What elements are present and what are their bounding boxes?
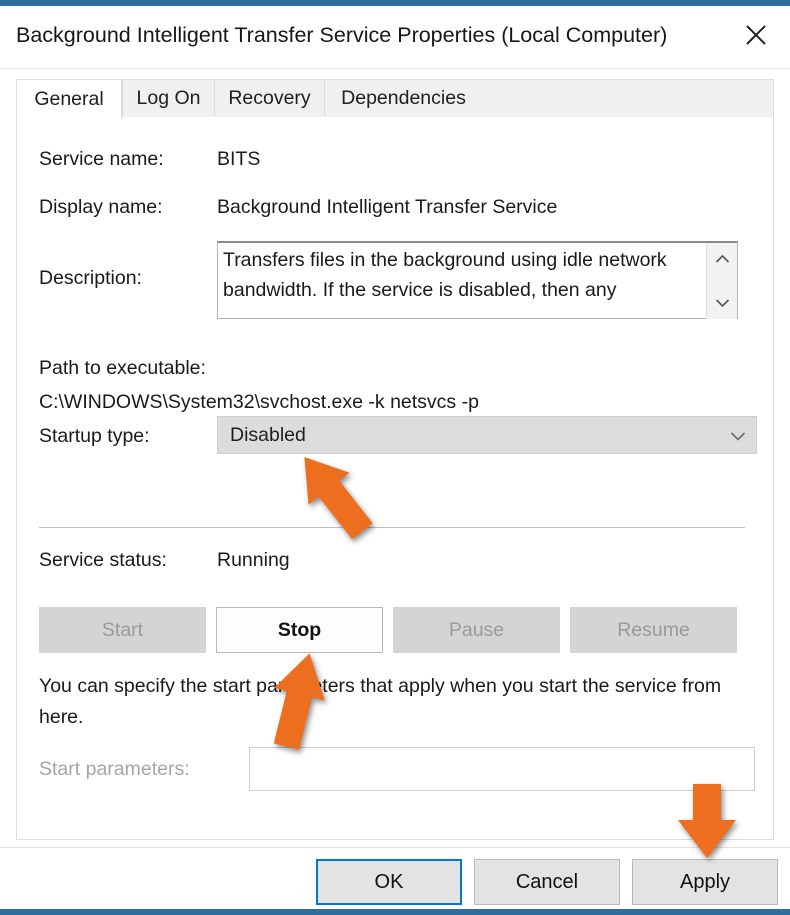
apply-button[interactable]: Apply [632,859,778,905]
description-label: Description: [39,267,142,290]
cancel-button[interactable]: Cancel [474,859,620,905]
apply-button-label: Apply [680,871,730,894]
description-box[interactable]: Transfers files in the background using … [217,241,738,319]
start-button-label: Start [102,619,143,642]
general-tab-panel: Service name: BITS Display name: Backgro… [16,117,774,840]
resume-button-label: Resume [617,619,690,642]
tab-dependencies[interactable]: Dependencies [324,79,482,117]
close-icon[interactable] [730,10,782,60]
start-parameters-label: Start parameters: [39,758,190,781]
window-title: Background Intelligent Transfer Service … [16,23,667,48]
display-name-label: Display name: [39,196,163,219]
startup-type-label: Startup type: [39,425,150,448]
start-button: Start [39,607,206,653]
start-parameters-help-text: You can specify the start parameters tha… [39,671,739,733]
service-name-label: Service name: [39,148,164,171]
pause-button: Pause [393,607,560,653]
chevron-down-icon[interactable] [707,289,738,317]
tab-recovery[interactable]: Recovery [214,79,324,117]
title-bar: Background Intelligent Transfer Service … [0,6,790,69]
bottom-accent-strip [0,909,790,915]
description-scrollbar[interactable] [706,243,737,319]
pause-button-label: Pause [449,619,504,642]
path-to-executable-value: C:\WINDOWS\System32\svchost.exe -k netsv… [39,391,479,414]
ok-button-label: OK [375,871,404,894]
tab-strip: General Log On Recovery Dependencies [16,79,774,117]
service-properties-dialog: Background Intelligent Transfer Service … [0,6,790,909]
tab-log-on[interactable]: Log On [122,79,214,117]
service-name-value: BITS [217,148,260,171]
stop-button[interactable]: Stop [216,607,383,653]
tab-dependencies-label: Dependencies [341,87,466,110]
startup-type-value: Disabled [230,424,306,447]
service-status-value: Running [217,549,290,572]
tab-general[interactable]: General [16,79,122,119]
start-parameters-input[interactable] [249,747,755,791]
resume-button: Resume [570,607,737,653]
display-name-value: Background Intelligent Transfer Service [217,196,557,219]
tab-general-label: General [34,88,103,111]
stop-button-label: Stop [278,619,321,642]
chevron-up-icon[interactable] [707,245,738,273]
footer-divider [0,847,790,848]
startup-type-dropdown[interactable]: Disabled [217,416,757,454]
service-status-label: Service status: [39,549,167,572]
tab-recovery-label: Recovery [228,87,310,110]
tab-log-on-label: Log On [137,87,201,110]
ok-button[interactable]: OK [316,859,462,905]
path-to-executable-label: Path to executable: [39,357,206,380]
section-divider [39,527,745,528]
cancel-button-label: Cancel [516,871,578,894]
chevron-down-icon[interactable] [730,429,746,447]
description-text: Transfers files in the background using … [223,245,693,305]
